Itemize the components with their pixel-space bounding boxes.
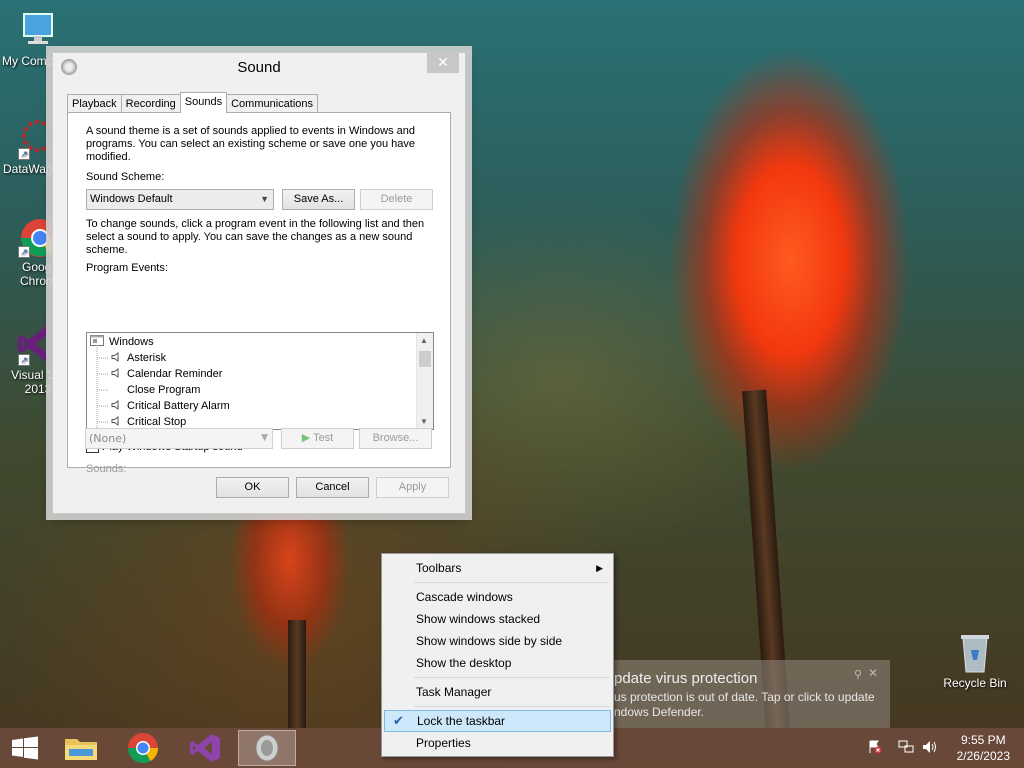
scroll-down-arrow-icon[interactable]: ▼ — [420, 417, 428, 426]
taskbar-context-menu: Toolbars ▶ Cascade windows Show windows … — [381, 553, 614, 757]
action-center-flag-icon[interactable] — [868, 740, 882, 754]
scroll-up-arrow-icon[interactable]: ▲ — [420, 336, 428, 345]
volume-icon[interactable] — [922, 740, 938, 754]
test-button[interactable]: ▶ Test — [281, 428, 354, 449]
sounds-panel: A sound theme is a set of sounds applied… — [67, 112, 451, 475]
notification-line1: us protection is out of date. Tap or cli… — [614, 690, 875, 704]
speaker-icon — [111, 400, 119, 410]
sounds-label: Sounds: — [86, 463, 127, 475]
menu-item-task-manager[interactable]: Task Manager — [384, 681, 611, 703]
taskbar-sound-window[interactable] — [238, 730, 296, 766]
close-button[interactable]: ✕ — [427, 53, 459, 73]
sounds-value: (None) — [89, 432, 127, 445]
notification-close-icon[interactable]: ✕ — [868, 666, 878, 680]
visual-studio-icon — [190, 734, 220, 762]
shortcut-arrow-icon: ↗ — [18, 246, 30, 258]
taskbar-file-explorer[interactable] — [55, 730, 107, 766]
checkmark-icon: ✔ — [393, 713, 404, 728]
window-title: Sound — [237, 59, 281, 76]
menu-item-show-the-desktop[interactable]: Show the desktop — [384, 652, 611, 674]
menu-separator — [414, 677, 609, 678]
menu-separator — [414, 706, 609, 707]
event-asterisk[interactable]: Asterisk — [111, 350, 166, 366]
chevron-down-icon: ▼ — [260, 194, 269, 204]
test-label: Test — [313, 432, 334, 444]
shortcut-arrow-icon: ↗ — [18, 148, 30, 160]
speaker-icon — [111, 352, 119, 362]
virus-protection-notification[interactable]: pdate virus protection ⚲ ✕ us protection… — [598, 660, 890, 728]
program-events-label: Program Events: — [86, 262, 168, 274]
sounds-dropdown[interactable]: (None) ▼ — [85, 428, 273, 449]
event-label: Asterisk — [127, 352, 167, 364]
folder-icon — [65, 739, 97, 760]
tab-recording[interactable]: Recording — [120, 94, 181, 113]
start-button[interactable] — [0, 730, 52, 766]
event-label: Close Program — [127, 384, 201, 396]
event-label: Calendar Reminder — [127, 368, 223, 380]
desktop-icon-label: Recycle Bin — [943, 676, 1007, 690]
menu-separator — [414, 582, 609, 583]
chevron-down-icon: ▼ — [261, 433, 268, 443]
wallpaper-stem — [288, 620, 306, 730]
menu-item-lock-the-taskbar[interactable]: ✔ Lock the taskbar — [384, 710, 611, 732]
intro-text: A sound theme is a set of sounds applied… — [86, 125, 415, 163]
cancel-button[interactable]: Cancel — [296, 477, 369, 498]
change-sounds-text: To change sounds, click a program event … — [86, 218, 425, 256]
event-close-program[interactable]: Close Program — [127, 382, 200, 398]
menu-item-toolbars[interactable]: Toolbars ▶ — [384, 557, 611, 579]
menu-item-show-windows-side-by-side[interactable]: Show windows side by side — [384, 630, 611, 652]
taskbar-visual-studio[interactable] — [179, 730, 231, 766]
apply-button[interactable]: Apply — [376, 477, 449, 498]
taskbar-chrome[interactable] — [117, 730, 169, 766]
computer-icon — [16, 8, 60, 52]
clock-date: 2/26/2023 — [956, 749, 1010, 763]
title-bar[interactable]: Sound ✕ — [53, 53, 465, 81]
shortcut-arrow-icon: ↗ — [18, 354, 30, 366]
desktop-icon-recycle-bin[interactable]: Recycle Bin — [937, 630, 1013, 690]
submenu-arrow-icon: ▶ — [596, 563, 603, 573]
menu-item-show-windows-stacked[interactable]: Show windows stacked — [384, 608, 611, 630]
play-icon: ▶ — [301, 432, 311, 444]
browse-button[interactable]: Browse... — [359, 428, 432, 449]
notification-line2: ndows Defender. — [614, 705, 705, 719]
clock[interactable]: 9:55 PM 2/26/2023 — [957, 732, 1010, 764]
event-calendar-reminder[interactable]: Calendar Reminder — [111, 366, 222, 382]
tab-strip: Playback Recording Sounds Communications — [67, 92, 319, 113]
sound-scheme-label: Sound Scheme: — [86, 171, 165, 183]
save-as-button[interactable]: Save As... — [282, 189, 355, 210]
speaker-icon — [255, 734, 279, 762]
recycle-bin-icon — [953, 630, 997, 674]
speaker-icon — [111, 416, 119, 426]
menu-item-properties[interactable]: Properties — [384, 732, 611, 754]
events-scrollbar[interactable]: ▲ ▼ — [416, 333, 433, 429]
sound-dialog: Sound ✕ Playback Recording Sounds Commun… — [52, 52, 466, 514]
speaker-icon — [111, 368, 119, 378]
windows-logo-icon — [12, 736, 38, 760]
tab-playback[interactable]: Playback — [67, 94, 122, 113]
tab-communications[interactable]: Communications — [226, 94, 319, 113]
tab-sounds[interactable]: Sounds — [179, 92, 228, 113]
scroll-thumb[interactable] — [419, 351, 431, 367]
clock-time: 9:55 PM — [960, 733, 1006, 747]
program-events-list[interactable]: Windows Asterisk Calendar Reminder Close… — [86, 332, 434, 430]
network-icon[interactable] — [898, 740, 914, 754]
event-critical-battery-alarm[interactable]: Critical Battery Alarm — [111, 398, 230, 414]
notification-title: pdate virus protection — [614, 670, 758, 687]
event-label: Critical Stop — [127, 416, 187, 428]
delete-button[interactable]: Delete — [360, 189, 433, 210]
chrome-icon — [128, 733, 158, 764]
ok-button[interactable]: OK — [216, 477, 289, 498]
menu-item-cascade-windows[interactable]: Cascade windows — [384, 586, 611, 608]
sound-scheme-value: Windows Default — [90, 193, 173, 205]
sound-scheme-dropdown[interactable]: Windows Default ▼ — [86, 189, 274, 210]
menu-item-label: Lock the taskbar — [417, 714, 506, 728]
event-label: Critical Battery Alarm — [127, 400, 230, 412]
notification-pin-icon[interactable]: ⚲ — [854, 668, 862, 681]
menu-item-label: Toolbars — [416, 561, 462, 575]
